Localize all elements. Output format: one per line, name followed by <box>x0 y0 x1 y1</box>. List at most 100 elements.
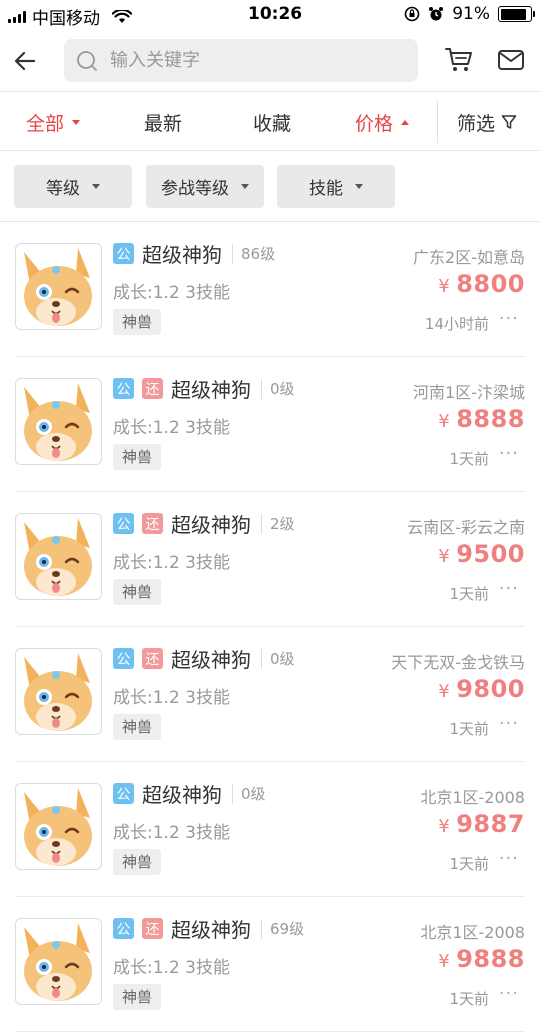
currency-symbol: ¥ <box>438 816 451 837</box>
listing-time: 1天前 <box>449 720 489 738</box>
list-item[interactable]: 公还超级神狗 0级 河南1区-汴梁城 成长:1.2 3技能 ¥8888 神兽 1天前 ··· <box>15 357 525 492</box>
listing-time: 1天前 <box>449 990 489 1008</box>
price-value: 9800 <box>456 675 525 703</box>
back-arrow-icon[interactable] <box>12 48 38 74</box>
category-tag: 神兽 <box>113 849 162 875</box>
tab-price[interactable]: 价格 <box>355 93 410 151</box>
tab-favorites-label: 收藏 <box>253 112 292 135</box>
server-name: 天下无双-金戈铁马 <box>391 653 525 672</box>
price: ¥8888 <box>438 405 525 433</box>
battery-icon <box>498 6 535 22</box>
growth-info: 成长:1.2 3技能 <box>113 688 230 708</box>
pet-thumbnail <box>15 918 102 1005</box>
pet-thumbnail <box>15 783 102 870</box>
filter-skill-label: 技能 <box>309 179 343 199</box>
price-value: 9500 <box>456 540 525 568</box>
list-item[interactable]: 公还超级神狗 0级 天下无双-金戈铁马 成长:1.2 3技能 ¥9800 神兽 1天前 ··· <box>15 627 525 762</box>
status-left: 中国移动 <box>8 4 132 29</box>
list-item[interactable]: 公还超级神狗 2级 云南区-彩云之南 成长:1.2 3技能 ¥9500 神兽 1天前 ··· <box>15 492 525 627</box>
filter-skill[interactable]: 技能 <box>277 165 395 208</box>
category-tag: 神兽 <box>113 444 162 470</box>
pet-thumbnail <box>15 513 102 600</box>
category-tag: 神兽 <box>113 309 162 335</box>
more-options-icon[interactable]: ··· <box>499 308 519 329</box>
carrier-label: 中国移动 <box>32 9 100 29</box>
pet-thumbnail <box>15 243 102 330</box>
more-options-icon[interactable]: ··· <box>499 983 519 1004</box>
server-name: 北京1区-2008 <box>420 923 525 942</box>
growth-info: 成长:1.2 3技能 <box>113 958 230 978</box>
wifi-icon <box>112 9 132 23</box>
caret-down-icon <box>72 119 81 125</box>
growth-info: 成长:1.2 3技能 <box>113 553 230 573</box>
more-options-icon[interactable]: ··· <box>499 848 519 869</box>
price: ¥9887 <box>438 810 525 838</box>
tab-filter-label: 筛选 <box>457 112 496 135</box>
tab-all-label: 全部 <box>26 112 65 135</box>
pet-thumbnail <box>15 648 102 735</box>
price: ¥9888 <box>438 945 525 973</box>
category-tag: 神兽 <box>113 714 162 740</box>
filter-battle-level-label: 参战等级 <box>161 179 229 199</box>
alarm-icon <box>429 7 444 21</box>
pet-thumbnail <box>15 378 102 465</box>
sort-divider <box>437 101 438 143</box>
server-name: 河南1区-汴梁城 <box>413 383 525 402</box>
filter-level[interactable]: 等级 <box>14 165 132 208</box>
pet-name: 超级神狗 <box>171 918 251 942</box>
funnel-icon <box>501 115 517 129</box>
return-badge: 还 <box>142 513 163 534</box>
growth-info: 成长:1.2 3技能 <box>113 823 230 843</box>
listing-time: 1天前 <box>449 450 489 468</box>
status-bar: 中国移动 10:26 91% <box>0 0 540 32</box>
tab-filter[interactable]: 筛选 <box>457 93 517 151</box>
price: ¥9500 <box>438 540 525 568</box>
pet-level: 86级 <box>232 244 275 264</box>
more-options-icon[interactable]: ··· <box>499 443 519 464</box>
pet-name: 超级神狗 <box>171 648 251 672</box>
server-name: 北京1区-2008 <box>420 788 525 807</box>
public-badge: 公 <box>113 243 134 264</box>
list-item[interactable]: 公还超级神狗 69级 北京1区-2008 成长:1.2 3技能 ¥9888 神兽 1天前 ··… <box>15 897 525 1032</box>
search-input[interactable] <box>110 50 390 71</box>
sort-bar: 全部 最新 收藏 价格 筛选 <box>0 93 540 151</box>
more-options-icon[interactable]: ··· <box>499 578 519 599</box>
cellular-signal-icon <box>8 10 26 23</box>
return-badge: 还 <box>142 918 163 939</box>
list-item[interactable]: 公超级神狗 0级 北京1区-2008 成长:1.2 3技能 ¥9887 神兽 1天前 ··· <box>15 762 525 897</box>
pet-level: 0级 <box>261 649 295 669</box>
cart-icon[interactable] <box>444 46 474 74</box>
search-bar[interactable] <box>64 39 418 82</box>
pet-name: 超级神狗 <box>171 378 251 402</box>
more-options-icon[interactable]: ··· <box>499 713 519 734</box>
caret-up-icon <box>401 119 410 125</box>
tab-all[interactable]: 全部 <box>26 93 81 151</box>
currency-symbol: ¥ <box>438 546 451 567</box>
battery-percent: 91% <box>452 4 490 24</box>
server-name: 云南区-彩云之南 <box>407 518 525 537</box>
search-icon <box>77 50 97 71</box>
caret-down-icon <box>355 184 363 189</box>
tab-newest[interactable]: 最新 <box>144 93 182 151</box>
currency-symbol: ¥ <box>438 276 451 297</box>
currency-symbol: ¥ <box>438 951 451 972</box>
mail-icon[interactable] <box>497 48 525 72</box>
tab-favorites[interactable]: 收藏 <box>253 93 291 151</box>
price-value: 9888 <box>456 945 525 973</box>
list-item[interactable]: 公超级神狗 86级 广东2区-如意岛 成长:1.2 3技能 ¥8800 神兽 14小时前 ··… <box>15 222 525 357</box>
status-time: 10:26 <box>248 4 303 24</box>
pet-name: 超级神狗 <box>142 783 222 807</box>
status-right: 91% <box>404 4 535 24</box>
public-badge: 公 <box>113 513 134 534</box>
pet-level: 0级 <box>261 379 295 399</box>
pet-name: 超级神狗 <box>171 513 251 537</box>
price: ¥9800 <box>438 675 525 703</box>
filter-bar: 等级 参战等级 技能 <box>0 151 540 222</box>
return-badge: 还 <box>142 648 163 669</box>
server-name: 广东2区-如意岛 <box>413 248 525 267</box>
filter-battle-level[interactable]: 参战等级 <box>146 165 264 208</box>
listing-time: 1天前 <box>449 585 489 603</box>
growth-info: 成长:1.2 3技能 <box>113 418 230 438</box>
tab-price-label: 价格 <box>355 112 394 135</box>
listing-time: 1天前 <box>449 855 489 873</box>
